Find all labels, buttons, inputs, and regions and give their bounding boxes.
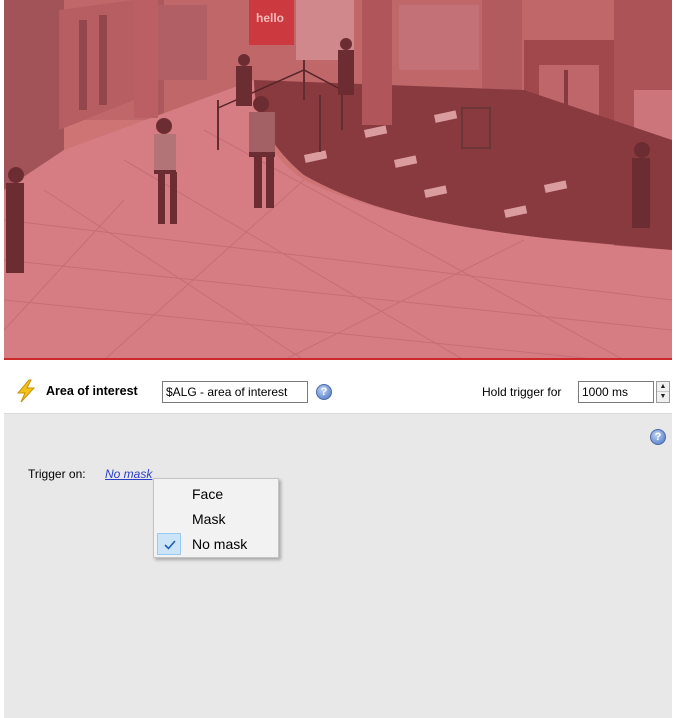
- panel-help-icon[interactable]: ?: [650, 429, 666, 445]
- menu-item-face[interactable]: Face: [155, 482, 277, 506]
- menu-item-label: Mask: [192, 511, 226, 527]
- menu-item-label: No mask: [192, 536, 248, 552]
- check-icon: [164, 540, 176, 550]
- menu-item-no-mask[interactable]: No mask: [155, 532, 277, 556]
- trigger-on-dropdown-link[interactable]: No mask: [105, 467, 152, 481]
- trigger-on-label: Trigger on:: [28, 467, 86, 481]
- area-of-interest-label: Area of interest: [46, 384, 138, 398]
- camera-preview[interactable]: hello: [4, 0, 672, 360]
- hold-trigger-field[interactable]: [578, 381, 654, 403]
- hold-trigger-spinner[interactable]: ▲ ▼: [656, 381, 670, 403]
- help-icon[interactable]: ?: [316, 384, 332, 400]
- spin-up-arrow-icon[interactable]: ▲: [657, 382, 669, 392]
- menu-item-mask[interactable]: Mask: [155, 507, 277, 531]
- area-of-interest-bar: Area of interest ? Hold trigger for ▲ ▼: [4, 364, 672, 414]
- store-sign: hello: [256, 11, 284, 25]
- spin-down-arrow-icon[interactable]: ▼: [657, 392, 669, 402]
- trigger-menu: Face Mask No mask: [153, 478, 279, 558]
- lightning-bolt-icon: [16, 379, 36, 403]
- menu-item-label: Face: [192, 486, 224, 502]
- camera-scene: hello: [4, 0, 672, 358]
- check-box-area: [157, 533, 181, 555]
- settings-panel: ? Trigger on: No mask: [4, 414, 672, 718]
- hold-trigger-label: Hold trigger for: [482, 385, 562, 399]
- area-of-interest-field[interactable]: [162, 381, 308, 403]
